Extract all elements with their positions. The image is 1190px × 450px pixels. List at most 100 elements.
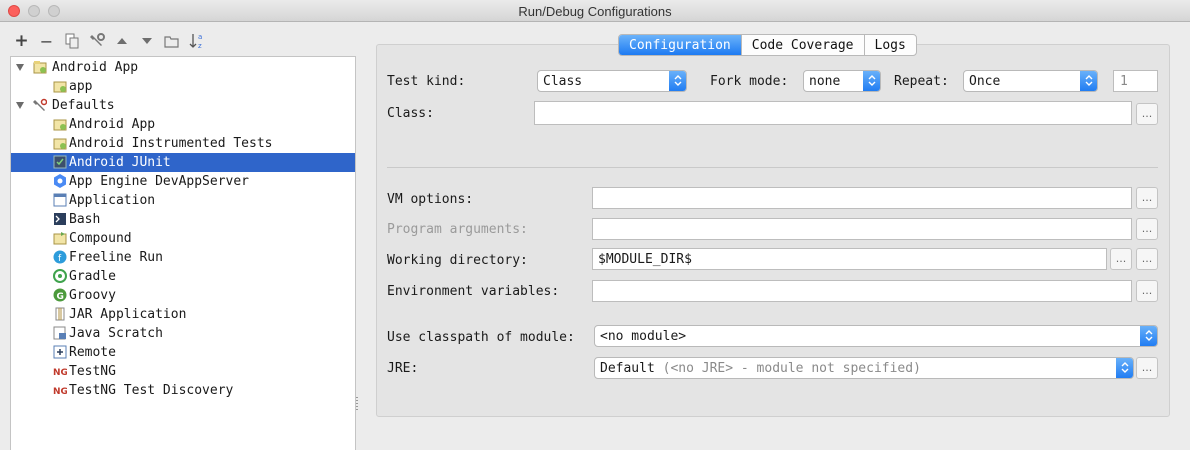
bash-icon [54,213,66,225]
jre-select[interactable]: Default (<no JRE> - module not specified… [594,357,1134,379]
tree-item-label: Gradle [69,269,116,284]
select-stepper [1140,326,1157,346]
sort-alpha-icon: az [189,33,202,50]
copy-icon [65,33,78,49]
tree-item-android-instrumented-tests[interactable]: Android Instrumented Tests [11,134,355,153]
jre-browse-button[interactable]: ... [1136,357,1158,379]
fork-mode-value: none [809,74,841,89]
tab-code-coverage[interactable]: Code Coverage [740,35,864,55]
test-kind-select[interactable]: Class [537,70,687,92]
move-down-button[interactable] [135,30,158,52]
jar-icon [55,307,65,321]
tree-item-label: app [69,79,93,94]
repeat-count-field[interactable]: 1 [1113,70,1158,92]
working-directory-browse-button[interactable]: ... [1110,248,1132,270]
tree-item-label: Remote [69,345,116,360]
environment-variables-field[interactable] [592,280,1132,302]
vm-options-expand-button[interactable]: ... [1136,187,1158,209]
move-up-button[interactable] [110,30,133,52]
tree-item-application[interactable]: Application [11,191,355,210]
move-down-icon [141,38,152,44]
tree-group-android-app[interactable]: Android App [11,58,355,77]
repeat-label: Repeat: [894,74,949,89]
tree-item-label: JAR Application [69,307,187,322]
tab-configuration[interactable]: Configuration [619,35,741,55]
remove-configuration-button[interactable]: − [35,30,58,52]
tree-item-gradle[interactable]: Gradle [11,267,355,286]
updown-icon [674,75,682,86]
program-arguments-expand-button[interactable]: ... [1136,218,1158,240]
working-directory-field[interactable]: $MODULE_DIR$ [592,248,1107,270]
svg-text:z: z [198,42,202,50]
program-arguments-field[interactable] [592,218,1132,240]
tree-item-app-engine[interactable]: App Engine DevAppServer [11,172,355,191]
section-divider [387,167,1158,168]
create-folder-button[interactable] [160,30,183,52]
fork-mode-select[interactable]: none [803,70,881,92]
copy-configuration-button[interactable] [60,30,83,52]
tree-item-label: Android Instrumented Tests [69,136,273,151]
tree-item-label: Bash [69,212,101,227]
tree-item-remote[interactable]: Remote [11,343,355,362]
add-configuration-button[interactable]: + [10,30,33,52]
wrench-icon [89,33,105,46]
tree-item-compound[interactable]: Compound [11,229,355,248]
tree-item-bash[interactable]: Bash [11,210,355,229]
program-arguments-label: Program arguments: [387,222,528,237]
tree-item-label: Android App [69,117,156,132]
svg-text:NG: NG [53,387,67,397]
splitter-handle[interactable] [355,396,359,410]
svg-text:G: G [57,292,64,302]
tree-item-app[interactable]: app [11,77,355,96]
tree-item-label: Application [69,193,156,208]
android-test-icon [53,138,67,150]
class-field[interactable] [534,101,1132,125]
android-app-icon [33,61,47,74]
sort-button[interactable]: az [185,30,208,52]
repeat-select[interactable]: Once [963,70,1098,92]
expand-arrow-icon[interactable] [16,102,24,109]
select-stepper [1116,358,1133,378]
window-title: Run/Debug Configurations [518,4,672,19]
tree-group-label: Android App [52,60,139,75]
app-engine-icon [54,174,66,188]
expand-arrow-icon[interactable] [16,64,24,71]
android-app-icon [53,81,67,93]
select-stepper [863,71,880,91]
tree-item-groovy[interactable]: G Groovy [11,286,355,305]
remote-icon [53,345,67,359]
tree-item-testng[interactable]: NG TestNG [11,362,355,381]
configuration-tree[interactable]: Android App app Defaults Android App And… [10,56,356,450]
java-scratch-icon [53,326,66,340]
tab-logs[interactable]: Logs [863,35,916,55]
jre-label: JRE: [387,361,419,376]
svg-text:NG: NG [53,368,67,378]
move-up-icon [116,38,127,44]
freeline-icon: f [53,250,67,264]
tree-item-android-junit[interactable]: Android JUnit [11,153,355,172]
classpath-module-label: Use classpath of module: [387,330,575,345]
updown-icon [1121,362,1129,373]
testng-icon: NG [53,368,67,378]
class-browse-button[interactable]: ... [1136,103,1158,125]
compound-icon [53,232,67,245]
updown-icon [868,75,876,86]
tree-item-freeline-run[interactable]: f Freeline Run [11,248,355,267]
environment-variables-edit-button[interactable]: ... [1136,280,1158,302]
tree-item-java-scratch[interactable]: Java Scratch [11,324,355,343]
tree-item-label: Java Scratch [69,326,163,341]
tree-item-testng-test-discovery[interactable]: NG TestNG Test Discovery [11,381,355,400]
classpath-module-select[interactable]: <no module> [594,325,1158,347]
tree-group-defaults[interactable]: Defaults [11,96,355,115]
edit-defaults-button[interactable] [85,30,108,52]
test-kind-label: Test kind: [387,74,466,89]
wrench-icon [33,98,47,111]
minus-icon: − [39,31,54,51]
tree-item-label: Groovy [69,288,116,303]
plus-icon: + [14,31,29,51]
tree-item-label: TestNG Test Discovery [69,383,234,398]
tree-item-jar-application[interactable]: JAR Application [11,305,355,324]
tree-item-android-app[interactable]: Android App [11,115,355,134]
vm-options-field[interactable] [592,187,1132,209]
working-directory-macro-button[interactable]: ... [1136,248,1158,270]
